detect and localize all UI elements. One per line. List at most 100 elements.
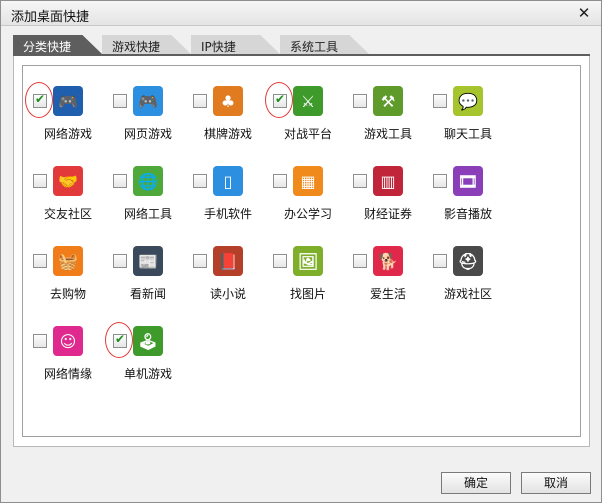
- shortcut-item[interactable]: ✔ ⚒ 游戏工具: [349, 74, 427, 144]
- shortcut-checkbox[interactable]: ✔: [433, 174, 447, 188]
- book-icon[interactable]: 📕: [213, 246, 243, 276]
- shortcut-item[interactable]: ✔ 🎞 影音播放: [429, 154, 507, 224]
- shortcut-checkbox[interactable]: ✔: [273, 92, 287, 108]
- checkbox-wrapper: ✔: [353, 174, 367, 188]
- shortcut-item[interactable]: ✔ ⛑ 游戏社区: [429, 234, 507, 304]
- shortcut-label: 网络情缘: [43, 367, 92, 381]
- shortcut-grid: ✔ 🎮 网络游戏 ✔ 🎮 网页游戏 ✔ ♣ 棋牌游戏 ✔ ⚔ 对战平台 ✔ ⚒ 游戏工具 ✔ 💬 聊天工具 ✔ 🤝 交友…: [22, 65, 581, 437]
- shortcut-item[interactable]: ✔ 💬 聊天工具: [429, 74, 507, 144]
- shortcut-checkbox[interactable]: ✔: [193, 174, 207, 188]
- checkbox-wrapper: ✔: [193, 94, 207, 108]
- shortcut-checkbox[interactable]: ✔: [33, 254, 47, 268]
- film-reel-icon[interactable]: 🎞: [453, 166, 483, 196]
- checkbox-wrapper: ✔: [353, 254, 367, 268]
- shortcut-checkbox[interactable]: ✔: [353, 174, 367, 188]
- tools-icon[interactable]: ⚒: [373, 86, 403, 116]
- shortcut-item[interactable]: ✔ 🖼 找图片: [269, 234, 347, 304]
- shortcut-item[interactable]: ✔ ▥ 财经证券: [349, 154, 427, 224]
- tab-system-tools[interactable]: 系统工具: [280, 35, 369, 54]
- shortcut-checkbox[interactable]: ✔: [113, 254, 127, 268]
- shortcut-checkbox[interactable]: ✔: [353, 94, 367, 108]
- checkbox-wrapper: ✔: [433, 254, 447, 268]
- basket-icon[interactable]: 🧺: [53, 246, 83, 276]
- shortcut-label: 网络工具: [123, 207, 172, 221]
- shortcut-checkbox[interactable]: ✔: [33, 92, 47, 108]
- shortcut-label: 看新闻: [129, 287, 166, 301]
- shortcut-checkbox[interactable]: ✔: [433, 94, 447, 108]
- checkbox-wrapper: ✔: [265, 82, 293, 118]
- shortcut-label: 单机游戏: [123, 367, 172, 381]
- shortcut-item[interactable]: ✔ 🎮 网页游戏: [109, 74, 187, 144]
- shortcut-label: 聊天工具: [443, 127, 492, 141]
- shortcut-checkbox[interactable]: ✔: [273, 174, 287, 188]
- add-desktop-shortcut-dialog: 添加桌面快捷 ✕ 分类快捷 游戏快捷 IP快捷 系统工具 ✔ 🎮 网络游戏 ✔ 🎮 网页游…: [0, 0, 602, 503]
- tab-category-shortcuts[interactable]: 分类快捷: [13, 35, 102, 54]
- bar-chart-icon[interactable]: ▥: [373, 166, 403, 196]
- title-bar: 添加桌面快捷 ✕: [1, 1, 601, 26]
- shortcut-checkbox[interactable]: ✔: [193, 254, 207, 268]
- shortcut-checkbox[interactable]: ✔: [113, 332, 127, 348]
- cards-icon[interactable]: ♣: [213, 86, 243, 116]
- checkmark-icon: ✔: [114, 332, 126, 346]
- close-icon[interactable]: ✕: [575, 4, 593, 22]
- shortcut-checkbox[interactable]: ✔: [113, 94, 127, 108]
- shortcut-checkbox[interactable]: ✔: [33, 174, 47, 188]
- shortcut-label: 手机软件: [203, 207, 252, 221]
- shortcut-item[interactable]: ✔ 🧺 去购物: [29, 234, 107, 304]
- shortcut-label: 游戏社区: [443, 287, 492, 301]
- shortcut-item[interactable]: ✔ 🐕 爱生活: [349, 234, 427, 304]
- shortcut-checkbox[interactable]: ✔: [273, 254, 287, 268]
- tab-label: 游戏快捷: [112, 40, 161, 54]
- shortcut-label: 财经证券: [363, 207, 412, 221]
- grid-apps-icon[interactable]: ▦: [293, 166, 323, 196]
- spartan-helmet-icon[interactable]: ⛑: [453, 246, 483, 276]
- tab-panel: ✔ 🎮 网络游戏 ✔ 🎮 网页游戏 ✔ ♣ 棋牌游戏 ✔ ⚔ 对战平台 ✔ ⚒ 游戏工具 ✔ 💬 聊天工具 ✔ 🤝 交友…: [13, 56, 590, 447]
- tab-ip-shortcuts[interactable]: IP快捷: [191, 35, 280, 54]
- shortcut-label: 对战平台: [283, 127, 332, 141]
- shortcut-item[interactable]: ✔ ☺ 网络情缘: [29, 314, 107, 384]
- newspaper-icon[interactable]: 📰: [133, 246, 163, 276]
- shortcut-item[interactable]: ✔ 🎮 网络游戏: [25, 74, 107, 144]
- shortcut-item[interactable]: ✔ 📕 读小说: [189, 234, 267, 304]
- checkmark-icon: ✔: [274, 92, 286, 106]
- shortcut-checkbox[interactable]: ✔: [113, 174, 127, 188]
- shortcut-item[interactable]: ✔ 🌐 网络工具: [109, 154, 187, 224]
- checkmark-icon: ✔: [34, 92, 46, 106]
- shortcut-label: 找图片: [289, 287, 326, 301]
- phone-icon[interactable]: ▯: [213, 166, 243, 196]
- globe-icon[interactable]: 🌐: [133, 166, 163, 196]
- checkbox-wrapper: ✔: [113, 254, 127, 268]
- checkbox-wrapper: ✔: [433, 94, 447, 108]
- shortcut-item[interactable]: ✔ 🕹 单机游戏: [105, 314, 187, 384]
- ok-button[interactable]: 确定: [441, 472, 511, 494]
- crossed-swords-icon[interactable]: ⚔: [293, 86, 323, 116]
- picture-icon[interactable]: 🖼: [293, 246, 323, 276]
- shortcut-item[interactable]: ✔ ♣ 棋牌游戏: [189, 74, 267, 144]
- checkbox-wrapper: ✔: [433, 174, 447, 188]
- tab-game-shortcuts[interactable]: 游戏快捷: [102, 35, 191, 54]
- shortcut-item[interactable]: ✔ ⚔ 对战平台: [265, 74, 347, 144]
- shortcut-label: 网络游戏: [43, 127, 92, 141]
- shortcut-checkbox[interactable]: ✔: [353, 254, 367, 268]
- checkbox-wrapper: ✔: [273, 174, 287, 188]
- shortcut-item[interactable]: ✔ ▦ 办公学习: [269, 154, 347, 224]
- shortcut-checkbox[interactable]: ✔: [33, 334, 47, 348]
- handshake-icon[interactable]: 🤝: [53, 166, 83, 196]
- shortcut-item[interactable]: ✔ 📰 看新闻: [109, 234, 187, 304]
- joystick-icon[interactable]: 🕹: [133, 326, 163, 356]
- shortcut-checkbox[interactable]: ✔: [193, 94, 207, 108]
- shortcut-label: 去购物: [49, 287, 86, 301]
- dog-icon[interactable]: 🐕: [373, 246, 403, 276]
- shortcut-checkbox[interactable]: ✔: [433, 254, 447, 268]
- shortcut-label: 网页游戏: [123, 127, 172, 141]
- checkbox-wrapper: ✔: [193, 174, 207, 188]
- shortcut-item[interactable]: ✔ 🤝 交友社区: [29, 154, 107, 224]
- checkbox-wrapper: ✔: [113, 94, 127, 108]
- shortcut-label: 爱生活: [369, 287, 406, 301]
- web-gamepad-icon[interactable]: 🎮: [133, 86, 163, 116]
- chat-bubble-icon[interactable]: 💬: [453, 86, 483, 116]
- shortcut-item[interactable]: ✔ ▯ 手机软件: [189, 154, 267, 224]
- heart-face-icon[interactable]: ☺: [53, 326, 83, 356]
- cancel-button[interactable]: 取消: [521, 472, 591, 494]
- gamepad-icon[interactable]: 🎮: [53, 86, 83, 116]
